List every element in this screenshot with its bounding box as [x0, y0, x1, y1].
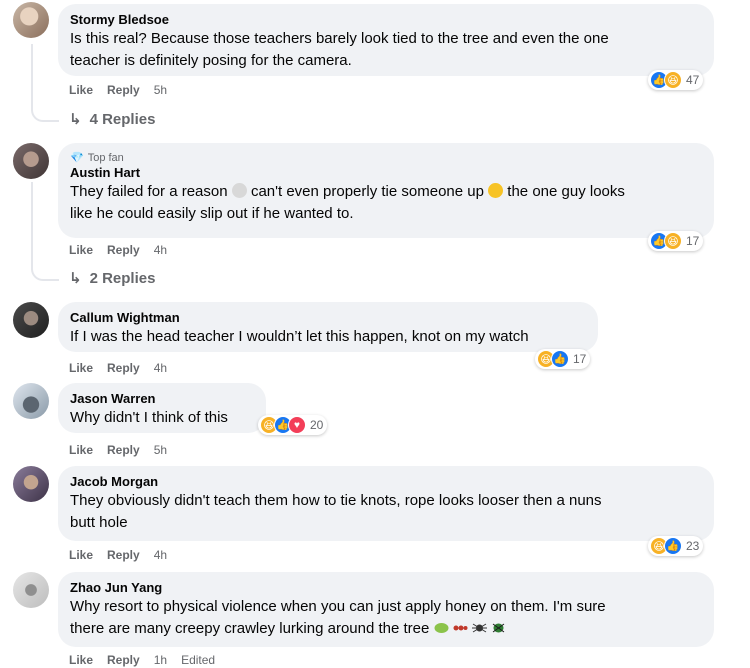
avatar[interactable] — [13, 2, 49, 38]
reaction-count: 17 — [573, 352, 587, 366]
text-segment: there are many creepy crawley lurking ar… — [70, 620, 430, 637]
reply-arrow-icon: ↳ — [69, 111, 82, 128]
comment-actions: Like Reply 1h Edited — [69, 652, 215, 668]
comment-author[interactable]: Jason Warren — [70, 391, 254, 407]
comment-text: If I was the head teacher I wouldn’t let… — [70, 328, 529, 345]
replies-label: 4 Replies — [89, 110, 156, 128]
comment-actions: Like Reply 4h — [69, 547, 167, 563]
avatar[interactable] — [13, 383, 49, 419]
comment-bubble: Callum Wightman If I was the head teache… — [58, 302, 598, 352]
comment-actions: Like Reply 5h — [69, 442, 167, 458]
avatar[interactable] — [13, 302, 49, 338]
view-replies-button[interactable]: ↳ 2 Replies — [69, 269, 156, 288]
comment-timestamp[interactable]: 1h — [154, 652, 167, 668]
like-reaction-icon: 👍 — [551, 350, 569, 368]
reaction-summary[interactable]: 😆 👍 17 — [535, 349, 591, 369]
avatar[interactable] — [13, 143, 49, 179]
text-segment: can't even properly tie someone up — [250, 183, 484, 200]
thread-line — [31, 44, 33, 110]
like-button[interactable]: Like — [69, 82, 93, 98]
comment-text: Why didn't I think of this — [70, 409, 228, 426]
diamond-icon: 💎 — [70, 152, 84, 164]
badge-label: Top fan — [87, 152, 124, 164]
reaction-summary[interactable]: 👍 😆 17 — [648, 231, 704, 251]
comment-timestamp[interactable]: 4h — [154, 360, 167, 376]
skull-emoji-icon — [231, 183, 247, 198]
reply-button[interactable]: Reply — [107, 442, 140, 458]
comment-text: butt hole — [70, 514, 128, 531]
ant-emoji-icon — [453, 625, 468, 631]
comment-bubble: Jacob Morgan They obviously didn't teach… — [58, 466, 714, 541]
comment-text: teacher is definitely posing for the cam… — [70, 52, 352, 69]
comment-author[interactable]: Callum Wightman — [70, 310, 586, 326]
reply-button[interactable]: Reply — [107, 547, 140, 563]
comment-author[interactable]: Zhao Jun Yang — [70, 580, 702, 596]
comment-timestamp[interactable]: 5h — [154, 442, 167, 458]
comment-text: They failed for a reason can't even prop… — [70, 181, 702, 203]
comment-author[interactable]: Stormy Bledsoe — [70, 12, 702, 28]
like-button[interactable]: Like — [69, 652, 93, 668]
thread-line — [31, 182, 33, 270]
spider-emoji-icon — [471, 623, 487, 633]
comment-text: there are many creepy crawley lurking ar… — [70, 618, 702, 640]
love-reaction-icon: ♥ — [288, 416, 306, 434]
top-fan-badge: 💎 Top fan — [70, 151, 702, 165]
haha-reaction-icon: 😆 — [664, 232, 682, 250]
reaction-count: 17 — [686, 234, 700, 248]
text-segment: They failed for a reason — [70, 183, 228, 200]
thread-connector — [31, 263, 59, 281]
text-segment: the one guy looks — [507, 183, 625, 200]
reply-button[interactable]: Reply — [107, 242, 140, 258]
view-replies-button[interactable]: ↳ 4 Replies — [69, 110, 156, 129]
comment-actions: Like Reply 5h — [69, 82, 167, 98]
edited-label: Edited — [181, 653, 216, 667]
replies-label: 2 Replies — [89, 269, 156, 287]
reaction-count: 23 — [686, 539, 700, 553]
comment-bubble: Jason Warren Why didn't I think of this — [58, 383, 266, 433]
like-reaction-icon: 👍 — [664, 537, 682, 555]
beetle-emoji-icon — [492, 623, 505, 633]
avatar[interactable] — [13, 572, 49, 608]
comment-timestamp[interactable]: 4h — [154, 242, 167, 258]
reply-button[interactable]: Reply — [107, 360, 140, 376]
comment-actions: Like Reply 4h — [69, 242, 167, 258]
comment-bubble: Stormy Bledsoe Is this real? Because tho… — [58, 4, 714, 76]
comment-author[interactable]: Jacob Morgan — [70, 474, 702, 490]
reply-arrow-icon: ↳ — [69, 270, 82, 287]
like-button[interactable]: Like — [69, 547, 93, 563]
reaction-summary[interactable]: 👍 😆 47 — [648, 70, 704, 90]
caterpillar-emoji-icon — [434, 623, 449, 633]
comment-actions: Like Reply 4h — [69, 360, 167, 376]
comment-author[interactable]: Austin Hart — [70, 165, 702, 181]
reply-button[interactable]: Reply — [107, 82, 140, 98]
comment-bubble: Zhao Jun Yang Why resort to physical vio… — [58, 572, 714, 647]
comment-bubble: 💎 Top fan Austin Hart They failed for a … — [58, 143, 714, 238]
comment-timestamp[interactable]: 5h — [154, 82, 167, 98]
like-button[interactable]: Like — [69, 442, 93, 458]
reaction-summary[interactable]: 😆 👍 ♥ 20 — [258, 415, 328, 435]
avatar[interactable] — [13, 466, 49, 502]
haha-reaction-icon: 😆 — [664, 71, 682, 89]
reaction-count: 47 — [686, 73, 700, 87]
comment-text: They obviously didn't teach them how to … — [70, 492, 602, 509]
comment-timestamp[interactable]: 4h — [154, 547, 167, 563]
like-button[interactable]: Like — [69, 242, 93, 258]
reply-button[interactable]: Reply — [107, 652, 140, 668]
like-button[interactable]: Like — [69, 360, 93, 376]
comment-text: Why resort to physical violence when you… — [70, 598, 606, 615]
comment-text: Is this real? Because those teachers bar… — [70, 30, 609, 47]
reaction-summary[interactable]: 😆 👍 23 — [648, 536, 704, 556]
laughing-emoji-icon — [488, 183, 504, 198]
reaction-count: 20 — [310, 418, 324, 432]
thread-connector — [31, 104, 59, 122]
comment-text: like he could easily slip out if he want… — [70, 205, 354, 222]
